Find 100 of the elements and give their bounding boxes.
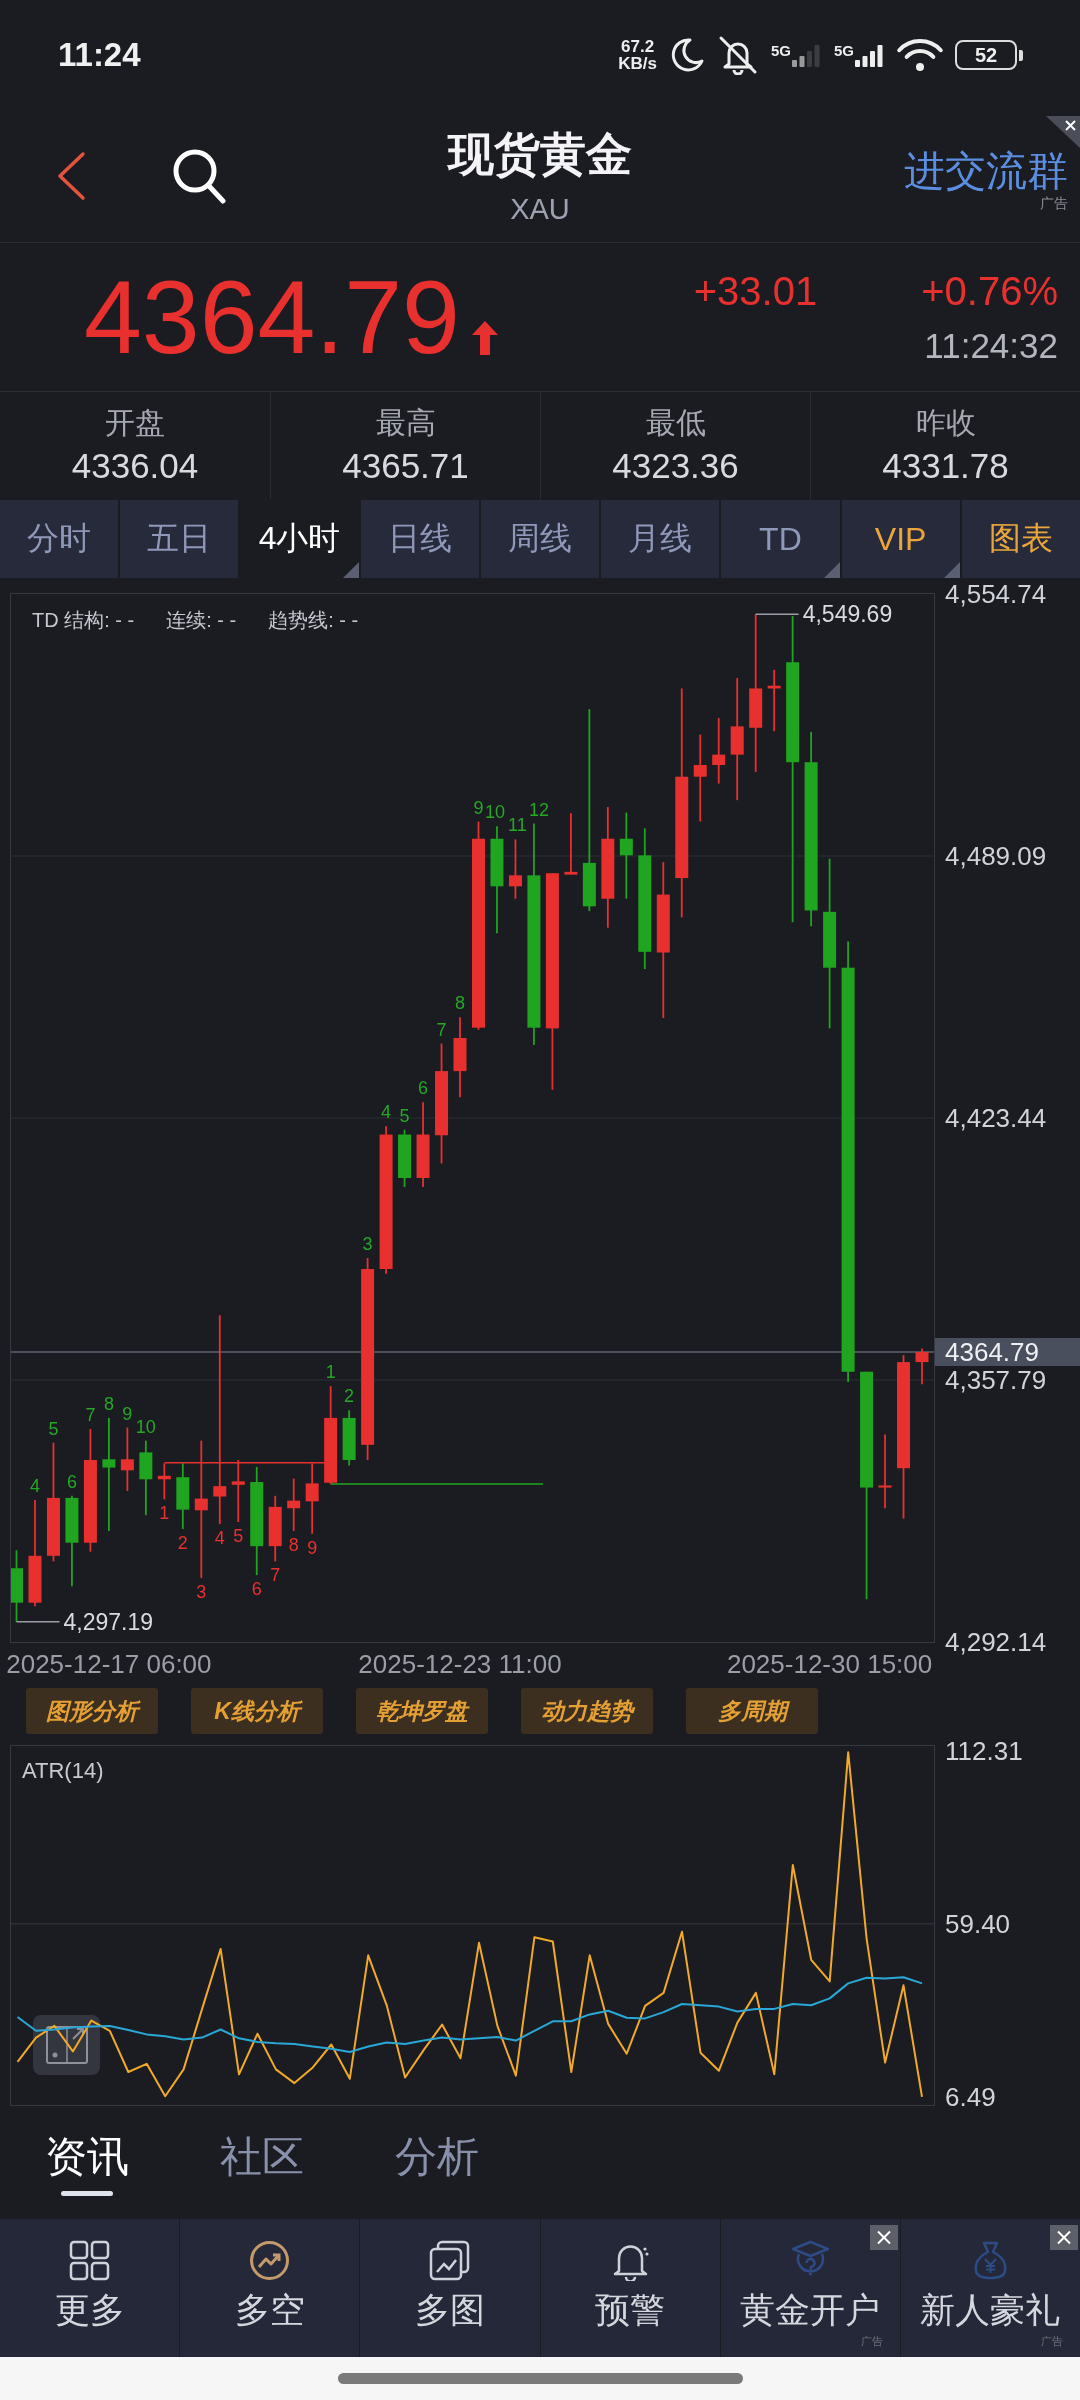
td-count-label: 6 [66,1471,77,1492]
stat-label: 最高 [375,405,436,441]
toolbar-button[interactable]: 新人豪礼 广告 [900,2219,1080,2357]
back-icon[interactable] [55,150,87,202]
period-tab[interactable]: VIP [841,500,960,578]
td-count-label: 7 [436,1019,447,1040]
indicator-axis-label: 59.40 [945,1910,1011,1937]
content-tab[interactable]: 分析 [395,2132,479,2196]
legend-item: 连续: - - [166,608,237,632]
analysis-tool-button[interactable]: 乾坤罗盘 [356,1688,488,1734]
stat-value: 4331.78 [882,446,1009,486]
period-tab[interactable]: 周线 [480,500,600,578]
stat-value: 4365.71 [342,446,469,486]
search-icon[interactable] [172,148,226,204]
td-count-label: 10 [484,802,505,823]
toolbar-button[interactable]: 多图 [360,2219,540,2357]
period-tab[interactable]: TD [721,500,840,578]
td-count-label: 4 [29,1475,40,1496]
price-change: +33.01 [693,268,818,313]
close-icon[interactable] [1050,2225,1078,2250]
toolbar-button[interactable]: 更多 [0,2219,180,2357]
period-tab[interactable]: 五日 [120,500,239,578]
td-count-label: 9 [473,797,484,818]
td-count-label: 6 [418,1078,429,1099]
current-price: 4364.79 [84,265,460,369]
td-count-label: 1 [159,1503,170,1524]
leader-line [15,1621,61,1623]
price-axis-label: 4,292.14 [945,1629,1047,1655]
price-change-percent: +0.76% [921,268,1058,313]
legend-item: 趋势线: - - [268,608,359,632]
stat-label: 开盘 [105,405,165,441]
period-tab[interactable]: 月线 [601,500,720,578]
td-count-label: 2 [344,1386,355,1407]
close-icon[interactable] [1046,116,1080,148]
ad-tag: 广告 [1041,2335,1063,2347]
candle [508,838,522,900]
stat-value: 4323.36 [612,446,739,486]
network-speed-unit: KB/s [618,55,657,72]
td-count-label: 7 [270,1565,281,1586]
group-chat-link[interactable]: 进交流群 [904,149,1068,193]
price-axis-label: 4,554.74 [945,581,1047,607]
toolbar-button[interactable]: 黄金开户 广告 [720,2219,900,2357]
analysis-tool-button[interactable]: 动力趋势 [521,1688,653,1734]
candle [268,1494,282,1563]
stacked-chart-icon [429,2240,471,2281]
status-time: 11:24 [58,36,141,74]
candle [176,1462,190,1530]
td-count-label: 5 [399,1105,410,1126]
price-extreme-label: 4,297.19 [63,1608,154,1635]
td-count-label: 6 [251,1579,262,1600]
stat-label: 昨收 [915,405,976,441]
legend-item: TD 结构: - - [32,608,135,632]
td-count-label: 4 [214,1528,225,1549]
time-axis-label: 2025-12-30 15:00 [726,1651,933,1677]
period-tab[interactable]: 图表 [961,500,1080,578]
candle [564,812,578,876]
page-title: 现货黄金 [448,126,632,181]
indicator-axis-label: 6.49 [945,2083,996,2110]
network-speed-value: 67.2 [621,38,655,55]
td-count-label: 3 [362,1233,373,1254]
symbol-code: XAU [510,191,570,226]
grid-icon [69,2240,111,2281]
candle [287,1477,301,1532]
time-axis-label: 2025-12-17 06:00 [6,1651,212,1677]
td-count-label: 8 [455,993,465,1014]
indicator-axis-label: 112.31 [945,1737,1023,1764]
toolbar-button[interactable]: 多空 [180,2219,360,2357]
analysis-tool-button[interactable]: 图形分析 [26,1688,158,1734]
td-count-label: 12 [528,799,549,820]
td-count-label: 9 [122,1403,133,1424]
td-count-label: 3 [196,1581,207,1602]
battery-indicator: 52 [955,40,1023,70]
signal-icon [855,43,885,67]
period-tab[interactable]: 日线 [360,500,479,578]
indicator-title: ATR(14) [22,1759,104,1783]
td-count-label: 8 [103,1393,114,1414]
td-count-label: 10 [135,1416,156,1437]
toolbar-button[interactable]: 预警 [540,2219,720,2357]
price-extreme-label: 4,549.69 [802,601,893,628]
td-count-label: 1 [325,1362,336,1383]
ad-tag: 广告 [1040,195,1068,211]
close-icon[interactable] [869,2225,898,2250]
td-count-label: 7 [85,1404,96,1425]
analysis-tool-button[interactable]: 多周期 [686,1688,818,1734]
candle [342,1409,356,1467]
td-count-label: 9 [307,1537,318,1558]
period-tab[interactable]: 分时 [0,500,119,578]
leader-line [754,613,800,615]
current-price-tag: 4364.79 [935,1337,1080,1366]
content-tab[interactable]: 资讯 [45,2132,129,2196]
network-type-label: 5G [834,43,854,58]
analysis-tool-button[interactable]: K线分析 [191,1688,323,1734]
trend-circle-icon [249,2240,291,2281]
candle [767,668,781,733]
time-axis-label: 2025-12-23 11:00 [358,1651,562,1677]
quote-time: 11:24:32 [924,325,1058,366]
candle [712,717,726,785]
stat-value: 4336.04 [71,446,199,486]
content-tab[interactable]: 社区 [220,2132,304,2196]
price-axis-label: 4,357.79 [945,1367,1047,1393]
